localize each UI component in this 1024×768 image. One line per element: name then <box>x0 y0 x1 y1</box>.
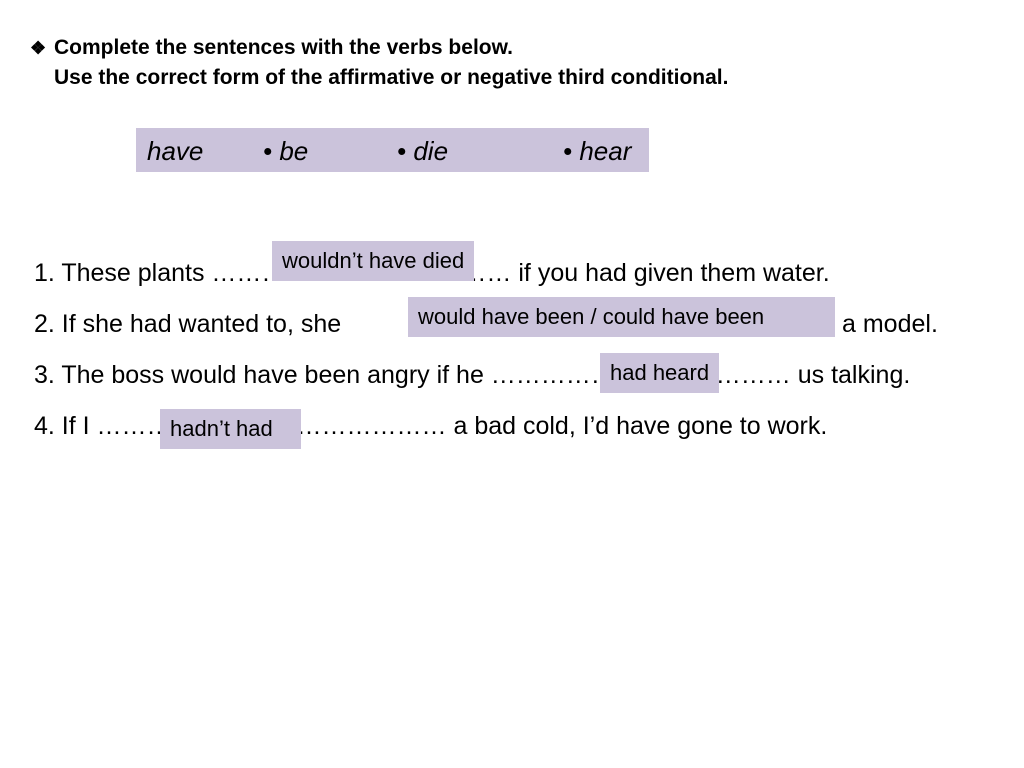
answer-2: would have been / could have been <box>408 297 835 337</box>
verb-be: • be <box>263 136 309 166</box>
instructions: ❖ Complete the sentences with the verbs b… <box>30 33 728 93</box>
sentence-3: 3. The boss would have been angry if he … <box>34 361 911 389</box>
verb-box: have • be • die • hear <box>136 128 649 172</box>
sentence-2-suffix: a model. <box>842 310 938 338</box>
verb-hear: • hear <box>563 136 632 166</box>
sentence-2: 2. If she had wanted to, she <box>34 310 342 338</box>
instruction-line-1: Complete the sentences with the verbs be… <box>54 36 513 59</box>
diamond-bullet-icon: ❖ <box>30 38 47 58</box>
verb-die: • die <box>397 136 449 166</box>
sentence-4: 4. If I …………………………………… a bad cold, I’d h… <box>34 412 828 440</box>
answer-4: hadn’t had <box>160 409 301 449</box>
answer-1: wouldn’t have died <box>272 241 475 281</box>
answer-3: had heard <box>600 353 720 393</box>
verb-have: have <box>147 136 204 166</box>
instruction-line-2: Use the correct form of the affirmative … <box>54 66 729 89</box>
